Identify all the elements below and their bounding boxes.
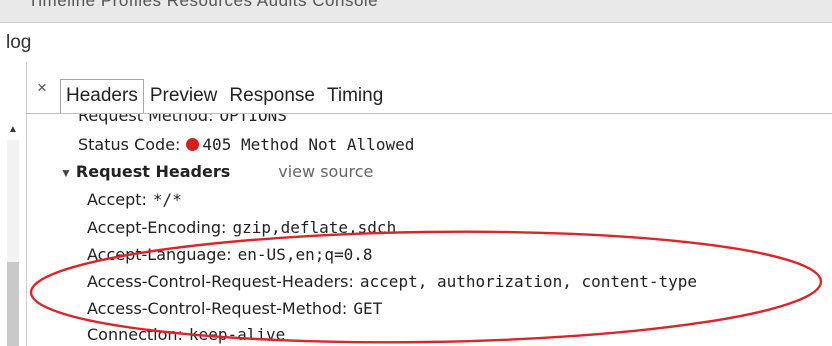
- header-value: */*: [152, 190, 182, 209]
- tab-response[interactable]: Response: [223, 79, 321, 114]
- header-key: Accept-Language:: [87, 245, 232, 264]
- view-source-link[interactable]: view source: [278, 162, 373, 181]
- header-row: Connection: keep-alive: [87, 325, 285, 345]
- tab-headers[interactable]: Headers: [60, 79, 144, 114]
- devtools-top-toolbar: Timeline Profiles Resources Audits Conso…: [0, 0, 832, 23]
- header-key: Request Method:: [78, 114, 214, 125]
- header-value: GET: [353, 299, 383, 318]
- header-key: Status Code:: [78, 135, 181, 154]
- header-value: accept, authorization, content-type: [359, 272, 698, 291]
- triangle-down-icon[interactable]: ▼: [60, 166, 72, 180]
- scrollbar-thumb[interactable]: [7, 262, 19, 346]
- status-error-icon: [186, 138, 200, 151]
- scroll-up-arrow-icon[interactable]: ▲: [8, 124, 18, 135]
- section-title: Request Headers: [75, 162, 231, 181]
- header-key: Access-Control-Request-Method:: [87, 299, 348, 318]
- header-value: keep-alive: [188, 325, 286, 344]
- header-row: Access-Control-Request-Method: GET: [87, 299, 382, 319]
- header-value: en-US,en;q=0.8: [237, 245, 373, 264]
- header-row: Accept-Encoding: gzip,deflate,sdch: [87, 218, 396, 238]
- header-row: Accept-Language: en-US,en;q=0.8: [87, 245, 373, 265]
- header-key: Accept-Encoding:: [87, 218, 227, 237]
- request-method-row: Request Method: OPTIONS: [78, 114, 287, 126]
- headers-content: Request Method: OPTIONS Status Code: 405 M…: [60, 114, 832, 346]
- header-key: Access-Control-Request-Headers:: [87, 272, 354, 291]
- panel-divider[interactable]: [26, 62, 27, 346]
- detail-tabbar: Headers Preview Response Timing: [60, 78, 389, 114]
- header-key: Connection:: [87, 325, 183, 344]
- log-label: log: [6, 32, 32, 53]
- request-headers-section[interactable]: ▼ Request Headers view source: [60, 162, 373, 182]
- tab-timing[interactable]: Timing: [321, 79, 389, 114]
- header-key: Accept:: [87, 190, 147, 209]
- status-code-value: 405 Method Not Allowed: [202, 135, 415, 154]
- header-value: gzip,deflate,sdch: [232, 218, 397, 237]
- tab-preview[interactable]: Preview: [144, 79, 224, 114]
- header-row: Access-Control-Request-Headers: accept, a…: [87, 272, 697, 292]
- close-icon[interactable]: ×: [37, 78, 47, 98]
- status-code-row: Status Code: 405 Method Not Allowed: [78, 135, 414, 155]
- header-row: Accept: */*: [87, 190, 182, 210]
- toolbar-tabs-cut: Timeline Profiles Resources Audits Conso…: [28, 0, 379, 10]
- header-value: OPTIONS: [219, 114, 287, 125]
